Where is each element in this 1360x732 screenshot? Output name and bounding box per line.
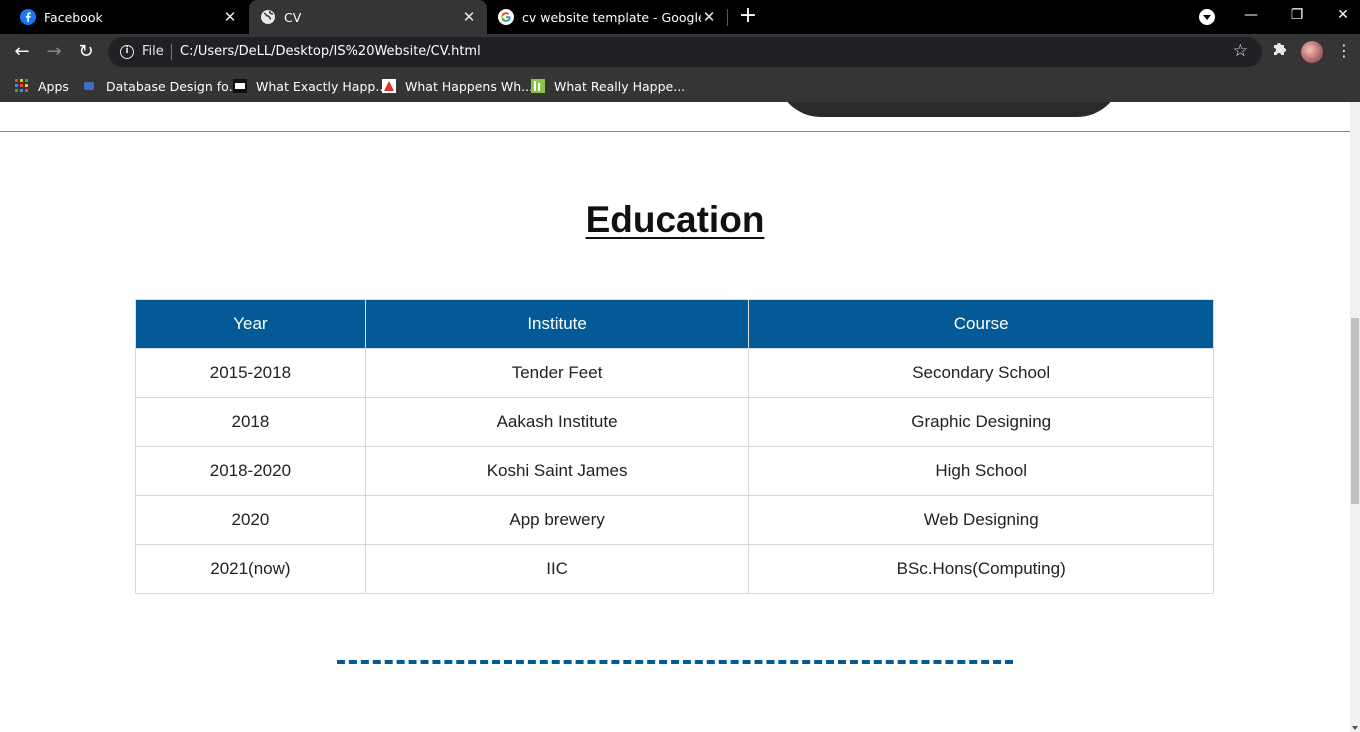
education-table: Year Institute Course 2015-2018 Tender F… bbox=[135, 299, 1214, 594]
tab-search-icon[interactable] bbox=[1199, 9, 1215, 25]
table-row: 2020 App brewery Web Designing bbox=[135, 495, 1214, 545]
profile-avatar[interactable] bbox=[1301, 41, 1323, 63]
minimize-button[interactable]: — bbox=[1228, 0, 1274, 30]
tab-title: cv website template - Google Se bbox=[522, 9, 701, 25]
tab-cv[interactable]: CV ✕ bbox=[249, 0, 487, 34]
cell-year: 2018-2020 bbox=[135, 446, 366, 496]
url-text[interactable]: C:/Users/DeLL/Desktop/IS%20Website/CV.ht… bbox=[180, 44, 481, 59]
restore-button[interactable]: ❐ bbox=[1274, 0, 1320, 30]
cell-institute: IIC bbox=[364, 544, 750, 594]
bookmark-label: What Happens Wh... bbox=[405, 78, 534, 94]
section-divider bbox=[0, 131, 1350, 132]
globe-icon bbox=[261, 10, 275, 24]
bookmark-database-design[interactable]: Database Design fo... bbox=[83, 77, 241, 95]
bookmark-label: Database Design fo... bbox=[106, 78, 241, 94]
bookmarks-bar: Apps Database Design fo... What Exactly … bbox=[0, 70, 1360, 102]
page-viewport: Education Year Institute Course 2015-201… bbox=[0, 102, 1350, 732]
cell-institute: App brewery bbox=[364, 495, 750, 545]
htg-icon bbox=[233, 79, 247, 93]
cell-year: 2021(now) bbox=[135, 544, 366, 594]
tab-title: CV bbox=[284, 9, 302, 25]
browser-toolbar: ← → ↻ i File C:/Users/DeLL/Desktop/IS%20… bbox=[0, 34, 1360, 70]
header-institute: Institute bbox=[364, 299, 750, 349]
header-course: Course bbox=[748, 299, 1214, 349]
cell-course: High School bbox=[748, 446, 1214, 496]
tab-close-icon[interactable]: ✕ bbox=[701, 8, 717, 26]
cell-course: Graphic Designing bbox=[748, 397, 1214, 447]
cell-year: 2020 bbox=[135, 495, 366, 545]
database-icon bbox=[84, 82, 94, 90]
cell-institute: Aakash Institute bbox=[364, 397, 750, 447]
profile-photo bbox=[776, 102, 1122, 117]
education-heading: Education bbox=[585, 199, 765, 240]
extensions-puzzle-icon[interactable] bbox=[1270, 40, 1288, 58]
cell-year: 2018 bbox=[135, 397, 366, 447]
triangle-icon bbox=[382, 79, 396, 93]
apps-grid-icon bbox=[15, 79, 28, 92]
table-row: 2018-2020 Koshi Saint James High School bbox=[135, 446, 1214, 496]
address-separator bbox=[171, 44, 172, 60]
bookmark-label: What Really Happe... bbox=[554, 78, 686, 94]
table-row: 2015-2018 Tender Feet Secondary School bbox=[135, 348, 1214, 398]
bookmark-label: What Exactly Happ... bbox=[256, 78, 388, 94]
tab-title: Facebook bbox=[44, 9, 103, 25]
scroll-down-arrow-icon[interactable] bbox=[1352, 726, 1358, 730]
bookmark-what-happens-wh[interactable]: What Happens Wh... bbox=[382, 77, 533, 95]
tab-bar: Facebook ✕ CV ✕ cv website template - Go… bbox=[0, 0, 1360, 34]
cell-course: Web Designing bbox=[748, 495, 1214, 545]
menu-kebab-icon[interactable]: ⋮ bbox=[1336, 40, 1352, 62]
bookmark-star-icon[interactable]: ☆ bbox=[1233, 41, 1248, 61]
info-icon[interactable]: i bbox=[120, 45, 134, 59]
table-row: 2021(now) IIC BSc.Hons(Computing) bbox=[135, 544, 1214, 594]
tab-google-search[interactable]: cv website template - Google Se ✕ bbox=[487, 0, 727, 34]
dashed-divider bbox=[337, 660, 1013, 664]
google-icon bbox=[498, 9, 514, 25]
cell-institute: Koshi Saint James bbox=[364, 446, 750, 496]
tab-separator bbox=[727, 9, 728, 26]
cell-year: 2015-2018 bbox=[135, 348, 366, 398]
page-scrollbar[interactable] bbox=[1350, 102, 1360, 732]
bookmark-apps[interactable]: Apps bbox=[15, 77, 69, 95]
tab-close-icon[interactable]: ✕ bbox=[461, 8, 477, 26]
address-bar[interactable]: i File C:/Users/DeLL/Desktop/IS%20Websit… bbox=[108, 37, 1262, 67]
scheme-label: File bbox=[142, 44, 164, 59]
reload-icon[interactable]: ↻ bbox=[74, 40, 98, 64]
lh-icon bbox=[531, 79, 545, 93]
table-header-row: Year Institute Course bbox=[135, 299, 1214, 349]
bookmark-what-really-happe[interactable]: What Really Happe... bbox=[531, 77, 685, 95]
close-window-button[interactable]: ✕ bbox=[1320, 0, 1360, 30]
facebook-icon bbox=[20, 9, 36, 25]
scrollbar-thumb[interactable] bbox=[1351, 318, 1359, 504]
new-tab-button[interactable]: + bbox=[736, 4, 760, 28]
cell-institute: Tender Feet bbox=[364, 348, 750, 398]
cell-course: BSc.Hons(Computing) bbox=[748, 544, 1214, 594]
bookmark-label: Apps bbox=[38, 78, 69, 94]
bookmark-what-exactly-happ[interactable]: What Exactly Happ... bbox=[233, 77, 387, 95]
tab-facebook[interactable]: Facebook ✕ bbox=[0, 0, 248, 34]
forward-icon[interactable]: → bbox=[42, 40, 66, 64]
header-year: Year bbox=[135, 299, 366, 349]
table-row: 2018 Aakash Institute Graphic Designing bbox=[135, 397, 1214, 447]
back-icon[interactable]: ← bbox=[10, 40, 34, 64]
tab-close-icon[interactable]: ✕ bbox=[222, 8, 238, 26]
cell-course: Secondary School bbox=[748, 348, 1214, 398]
